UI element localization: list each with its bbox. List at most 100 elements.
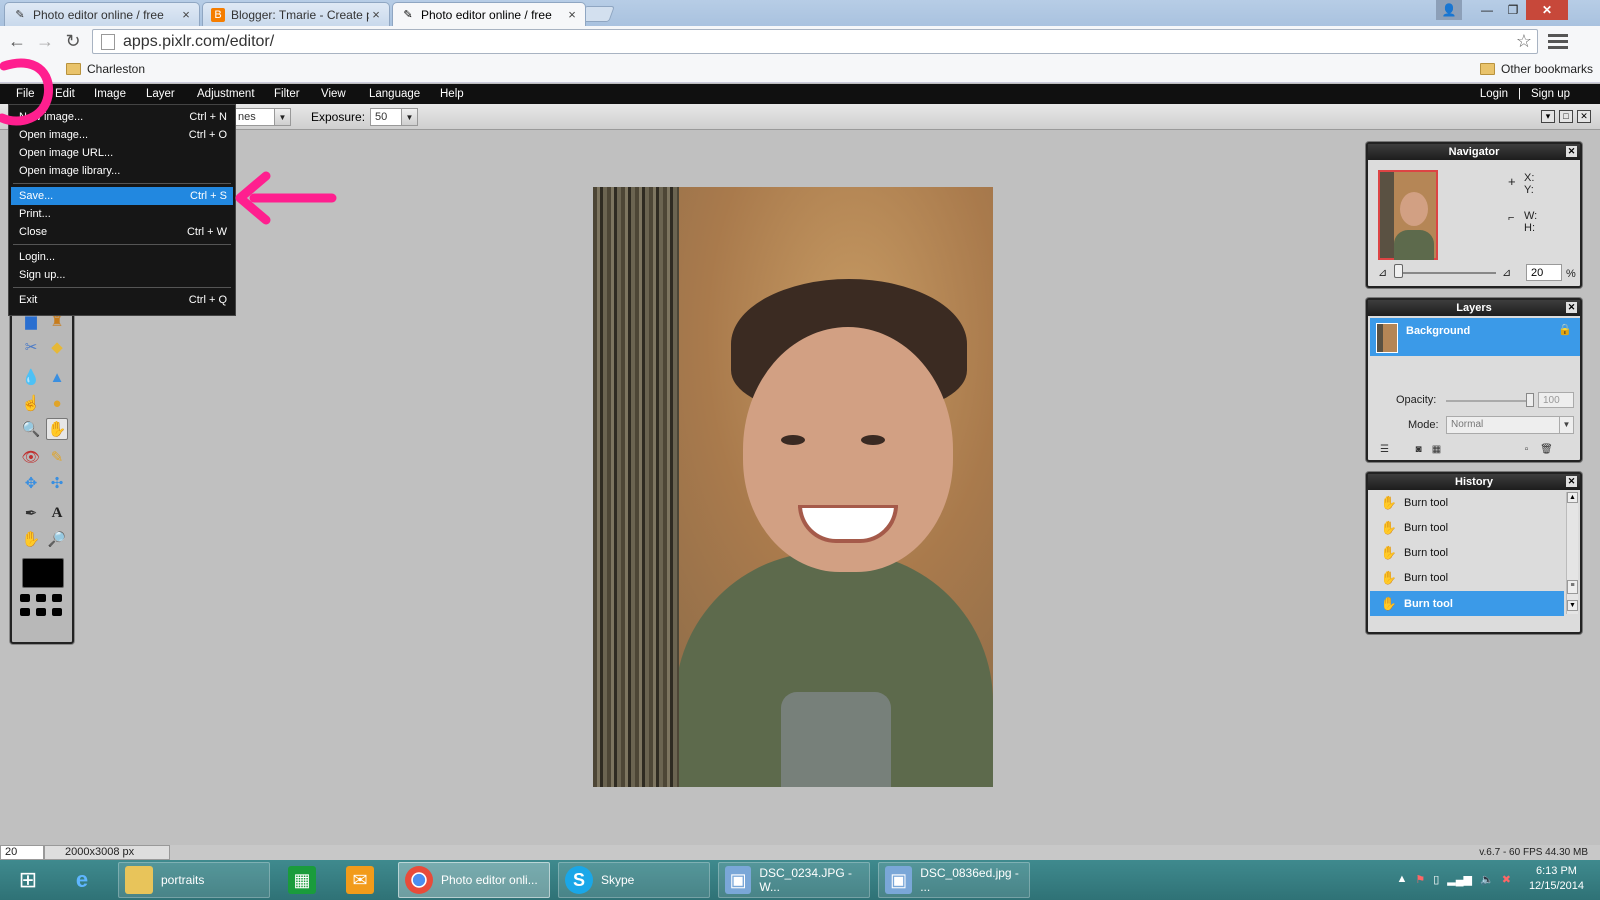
zoom-slider-track[interactable] [1398, 272, 1496, 274]
signup-link[interactable]: Sign up [1531, 88, 1570, 100]
login-link[interactable]: Login [1480, 88, 1508, 100]
taskbar-ie[interactable]: e [62, 862, 106, 898]
taskbar-store[interactable]: ▦ [282, 862, 326, 898]
menu-item-open-image-url[interactable]: Open image URL... [11, 144, 233, 162]
bookmark-star-icon[interactable]: ☆ [1511, 31, 1537, 52]
zoom-in-icon[interactable]: ⊿ [1502, 266, 1511, 279]
menu-help[interactable]: Help [440, 88, 464, 100]
close-icon[interactable]: ✕ [1566, 146, 1577, 157]
tab-close-icon[interactable]: × [369, 7, 383, 22]
start-button[interactable]: ⊞ [8, 862, 52, 898]
action-center-icon[interactable]: ⚑ [1415, 873, 1425, 886]
palette-dot[interactable] [36, 608, 46, 616]
history-item-selected[interactable]: ✋ Burn tool [1370, 591, 1564, 616]
color-replace-tool-icon[interactable]: ✂ [20, 336, 42, 358]
taskbar-photo-viewer-2[interactable]: ▣ DSC_0836ed.jpg - ... [878, 862, 1030, 898]
blend-mode-select[interactable]: Normal ▼ [1446, 416, 1574, 434]
network-icon[interactable]: ▂▄▆ [1447, 873, 1472, 886]
panel-maximize-icon[interactable]: □ [1559, 110, 1573, 123]
taskbar-explorer[interactable]: portraits [118, 862, 270, 898]
history-scrollbar[interactable]: ▲ ≡ ▼ [1566, 492, 1578, 614]
palette-dot[interactable] [52, 594, 62, 602]
menu-layer[interactable]: Layer [146, 88, 175, 100]
menu-filter[interactable]: Filter [274, 88, 300, 100]
menu-image[interactable]: Image [94, 88, 126, 100]
status-zoom[interactable]: 20 % [0, 845, 44, 871]
user-icon[interactable]: 👤 [1436, 0, 1462, 20]
palette-dot[interactable] [52, 608, 62, 616]
clock[interactable]: 6:13 PM 12/15/2014 [1529, 864, 1584, 894]
bloat-tool-icon[interactable]: ✥ [20, 472, 42, 494]
browser-tab-1[interactable]: ✎ Photo editor online / free × [4, 2, 200, 26]
spot-heal-tool-icon[interactable]: ✎ [46, 446, 68, 468]
layer-mask-icon[interactable]: ◙ [1412, 444, 1425, 455]
smudge-tool-icon[interactable]: ☝ [20, 392, 42, 414]
palette-dot[interactable] [36, 594, 46, 602]
browser-tab-3[interactable]: ✎ Photo editor online / free × [392, 2, 586, 26]
restore-button[interactable]: ❐ [1500, 0, 1526, 20]
shape-tool-icon[interactable]: ◆ [46, 336, 68, 358]
range-select[interactable]: nes ▼ [233, 108, 291, 126]
power-icon[interactable]: ▯ [1433, 873, 1439, 886]
menu-item-login[interactable]: Login... [11, 248, 233, 266]
close-icon[interactable]: ✕ [1566, 476, 1577, 487]
app-tray-icon[interactable]: ✖ [1502, 873, 1511, 886]
taskbar-photo-viewer-1[interactable]: ▣ DSC_0234.JPG - W... [718, 862, 870, 898]
address-bar[interactable]: ☆ [92, 29, 1538, 54]
tab-close-icon[interactable]: × [565, 7, 579, 22]
history-item[interactable]: ✋ Burn tool [1370, 540, 1564, 565]
menu-view[interactable]: View [321, 88, 346, 100]
burn-tool-icon[interactable]: ✋ [46, 418, 68, 440]
url-input[interactable] [123, 32, 1511, 51]
zoom-out-icon[interactable]: ⊿ [1378, 266, 1387, 279]
zoom-input[interactable] [1526, 264, 1562, 281]
tab-close-icon[interactable]: × [179, 7, 193, 22]
panel-close-icon[interactable]: ✕ [1577, 110, 1591, 123]
opacity-slider-track[interactable] [1446, 400, 1532, 402]
menu-item-save[interactable]: Save... Ctrl + S [11, 187, 233, 205]
scroll-thumb[interactable]: ≡ [1567, 580, 1578, 594]
menu-language[interactable]: Language [369, 88, 420, 100]
close-icon[interactable]: ✕ [1566, 302, 1577, 313]
menu-adjustment[interactable]: Adjustment [197, 88, 255, 100]
layer-settings-icon[interactable]: ☰ [1378, 444, 1391, 455]
palette-dot[interactable] [20, 594, 30, 602]
menu-item-sign-up[interactable]: Sign up... [11, 266, 233, 284]
layer-styles-icon[interactable]: ▦ [1430, 444, 1443, 455]
exposure-select[interactable]: 50 ▼ [370, 108, 418, 126]
bookmark-other[interactable]: Other bookmarks [1480, 62, 1593, 76]
panel-collapse-icon[interactable]: ▾ [1541, 110, 1555, 123]
close-window-button[interactable]: ✕ [1526, 0, 1568, 20]
history-item[interactable]: ✋ Burn tool [1370, 565, 1564, 590]
palette-dot[interactable] [20, 608, 30, 616]
delete-layer-icon[interactable]: 🗑 [1540, 444, 1553, 455]
zoom-tool-icon[interactable]: 🔎 [46, 528, 68, 550]
menu-item-open-image-library[interactable]: Open image library... [11, 162, 233, 180]
zoom-slider-handle[interactable] [1394, 264, 1403, 278]
back-button[interactable]: ← [6, 30, 28, 52]
opacity-input[interactable] [1538, 392, 1574, 408]
taskbar-skype[interactable]: S Skype [558, 862, 710, 898]
menu-edit[interactable]: Edit [55, 88, 75, 100]
editor-workspace[interactable]: ▆ ♜ ✂ ◆ 💧 ▲ ☝ ● 🔍 ✋ 👁 ✎ ✥ ✣ ✒ A ✋ 🔎 Navi… [0, 130, 1600, 845]
sponge-tool-icon[interactable]: ● [46, 392, 68, 414]
blur-tool-icon[interactable]: 💧 [20, 366, 42, 388]
type-tool-icon[interactable]: A [46, 502, 68, 524]
menu-item-exit[interactable]: Exit Ctrl + Q [11, 291, 233, 309]
menu-item-close[interactable]: Close Ctrl + W [11, 223, 233, 241]
layer-background[interactable]: Background 🔒 [1370, 318, 1580, 356]
new-layer-icon[interactable]: ▫ [1520, 444, 1533, 455]
taskbar-chrome[interactable]: Photo editor onli... [398, 862, 550, 898]
chrome-menu-button[interactable] [1548, 31, 1568, 51]
forward-button[interactable]: → [34, 30, 56, 52]
scroll-down-icon[interactable]: ▼ [1567, 600, 1578, 611]
hand-tool-icon[interactable]: ✋ [20, 528, 42, 550]
red-eye-tool-icon[interactable]: 👁 [20, 446, 42, 468]
image-canvas[interactable] [593, 187, 993, 787]
sharpen-tool-icon[interactable]: ▲ [46, 366, 68, 388]
taskbar-outlook[interactable]: ✉ [340, 862, 384, 898]
history-item[interactable]: ✋ Burn tool [1370, 515, 1564, 540]
primary-color-swatch[interactable] [22, 558, 64, 588]
bookmark-folder-charleston[interactable]: Charleston [66, 62, 145, 76]
pinch-tool-icon[interactable]: ✣ [46, 472, 68, 494]
